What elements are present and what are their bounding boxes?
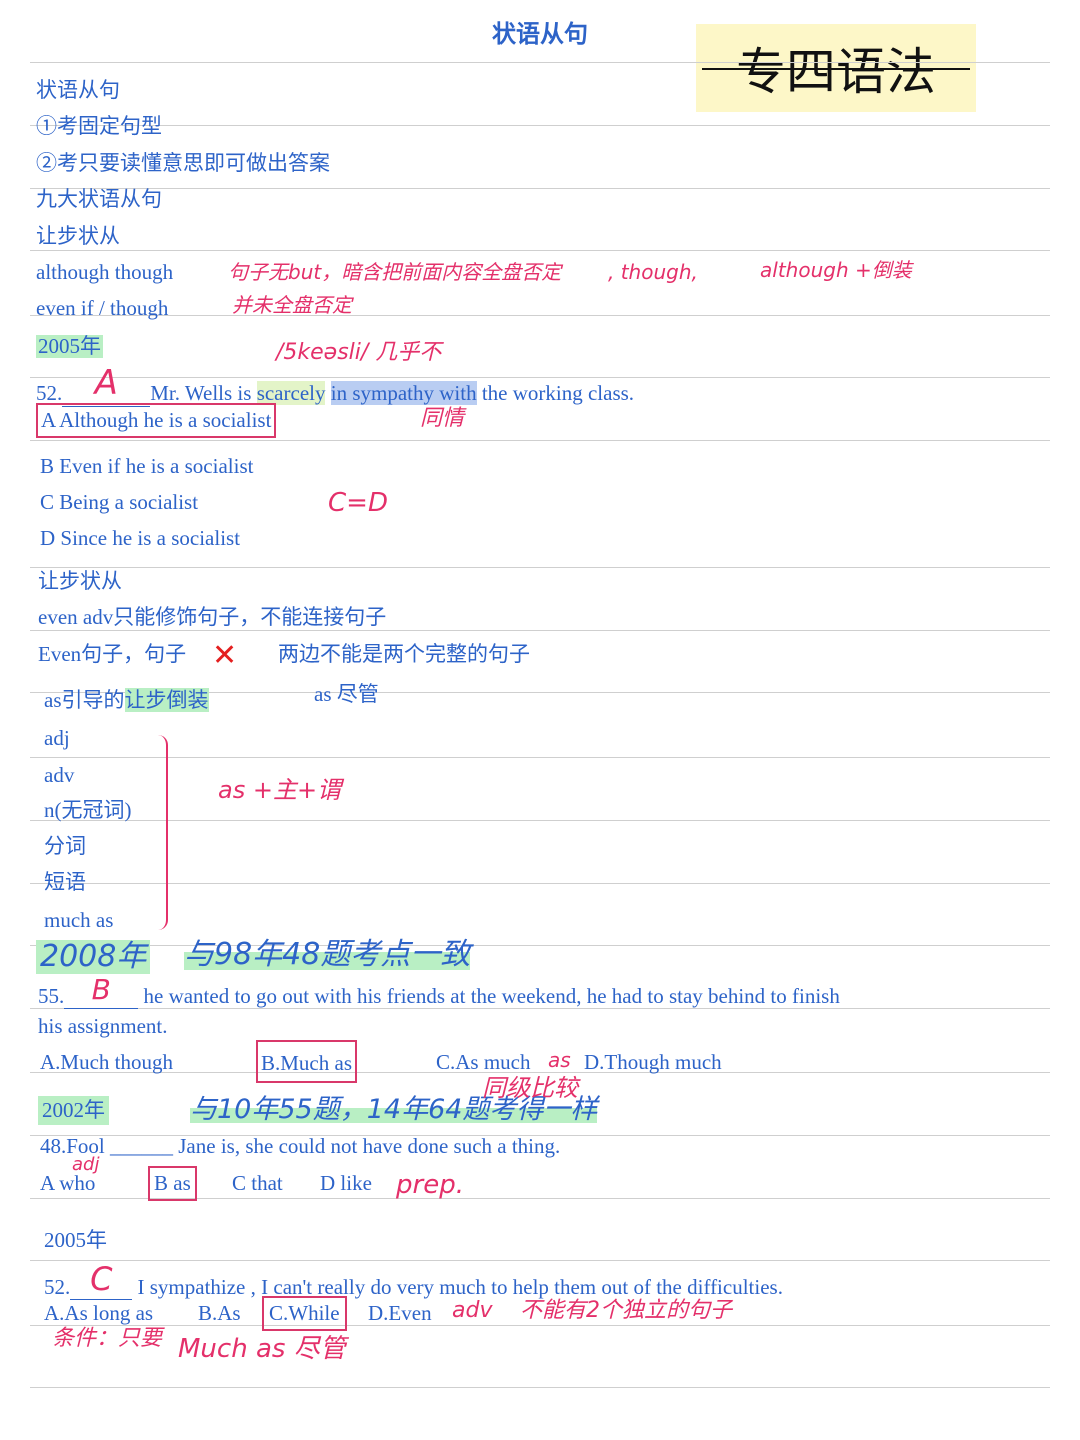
rule-line xyxy=(30,630,1050,631)
handwritten-note: 并未全盘否定 xyxy=(232,293,352,317)
option-d: D.Even xyxy=(368,1301,432,1325)
option-b-correct: B.Much as xyxy=(256,1040,357,1083)
brace-mark xyxy=(152,735,168,930)
option-a: A.Much though xyxy=(40,1050,173,1074)
list-item: 分词 xyxy=(44,834,86,858)
note-line: although though xyxy=(36,260,174,284)
option-c: C that xyxy=(232,1171,283,1195)
handwritten-note: /5keəsli/ 几乎不 xyxy=(276,340,442,365)
rule-line xyxy=(30,125,1050,126)
note-line: ②考只要读懂意思即可做出答案 xyxy=(36,151,330,175)
option-a: A who xyxy=(40,1171,96,1195)
note-line: Even句子，句子 xyxy=(38,642,187,666)
rule-line xyxy=(30,820,1050,821)
rule-line xyxy=(30,1387,1050,1388)
option-d: D like xyxy=(320,1171,372,1195)
handwritten-note: 同情 xyxy=(420,406,465,431)
question-text: 52. A Mr. Wells is scarcely in sympathy wi… xyxy=(36,363,635,407)
note-line: as 尽管 xyxy=(314,682,379,706)
list-item: much as xyxy=(44,908,114,932)
option-d: D Since he is a socialist xyxy=(40,526,241,550)
handwritten-note: as xyxy=(548,1048,571,1072)
option-a-correct: A Although he is a socialist xyxy=(36,403,277,438)
handwritten-answer: B xyxy=(91,973,111,1006)
section-heading: 状语从句 xyxy=(36,78,120,102)
year-label: 2005年 xyxy=(44,1228,107,1252)
list-item: adv xyxy=(44,763,75,787)
rule-line xyxy=(30,945,1050,946)
year-label: 2008年 xyxy=(36,940,151,974)
highlight: in sympathy with xyxy=(330,381,477,405)
question-number: 52. xyxy=(36,381,63,405)
option-c: C Being a socialist xyxy=(40,490,199,514)
rule-line xyxy=(30,440,1050,441)
handwritten-note: 句子无but，暗含把前面内容全盘否定 xyxy=(228,260,562,284)
list-item: adj xyxy=(44,726,70,750)
option-b-correct: B as xyxy=(148,1166,197,1201)
handwritten-note: 条件：只要 xyxy=(52,1326,163,1351)
cross-icon: ✕ xyxy=(212,638,238,673)
note-line: even if / though xyxy=(36,296,169,320)
note-line: 两边不能是两个完整的句子 xyxy=(278,642,530,666)
handwritten-answer: C xyxy=(90,1260,113,1298)
handwritten-note: 与98年48题考点一致 xyxy=(184,937,471,972)
handwritten-note: although +倒装 xyxy=(760,258,912,282)
handwritten-note: prep. xyxy=(396,1170,464,1200)
handwritten-note: 不能有2个独立的句子 xyxy=(520,1298,732,1323)
handwritten-note: adv xyxy=(452,1298,493,1323)
question-text: 55. B he wanted to go out with his friend… xyxy=(38,973,840,1009)
rule-line xyxy=(30,1072,1050,1073)
list-item: 短语 xyxy=(44,870,86,894)
title-stamp: 专四语法 xyxy=(696,24,976,112)
option-b: B.As xyxy=(198,1301,241,1325)
highlight: scarcely xyxy=(256,381,326,405)
list-item: n(无冠词) xyxy=(44,798,132,822)
option-c-correct: C.While xyxy=(262,1296,347,1331)
handwritten-note: 同级比较 xyxy=(482,1074,578,1102)
rule-line xyxy=(30,567,1050,568)
note-line: even adv只能修饰句子，不能连接句子 xyxy=(38,605,387,629)
note-line: 让步状从 xyxy=(38,569,122,593)
question-text: his assignment. xyxy=(38,1014,168,1038)
year-label: 2002年 xyxy=(38,1096,109,1125)
rule-line xyxy=(30,188,1050,189)
rule-line xyxy=(30,250,1050,251)
rule-line xyxy=(30,1260,1050,1261)
question-text: 52. C I sympathize , I can't really do ve… xyxy=(44,1260,783,1300)
rule-line xyxy=(30,757,1050,758)
handwritten-note: , though, xyxy=(608,260,698,284)
rule-line xyxy=(30,1325,1050,1326)
handwritten-answer: A xyxy=(94,363,118,403)
handwritten-note: Much as 尽管 xyxy=(178,1334,346,1364)
option-d: D.Though much xyxy=(584,1050,722,1074)
handwritten-note: C=D xyxy=(328,488,388,518)
highlight: 让步倒装 xyxy=(124,688,209,712)
option-c: C.As much xyxy=(436,1050,531,1074)
option-b: B Even if he is a socialist xyxy=(40,454,254,478)
note-line: 九大状语从句 xyxy=(36,187,162,211)
note-line: ①考固定句型 xyxy=(36,114,162,138)
question-text: 48.Fool ______ Jane is, she could not ha… xyxy=(40,1134,561,1158)
option-a: A.As long as xyxy=(44,1301,154,1325)
note-line: 让步状从 xyxy=(36,224,120,248)
rule-line xyxy=(30,62,1050,63)
rule-line xyxy=(30,315,1050,316)
handwritten-note: as +主+谓 xyxy=(218,776,342,804)
rule-line xyxy=(30,883,1050,884)
year-label: 2005年 xyxy=(36,334,103,358)
